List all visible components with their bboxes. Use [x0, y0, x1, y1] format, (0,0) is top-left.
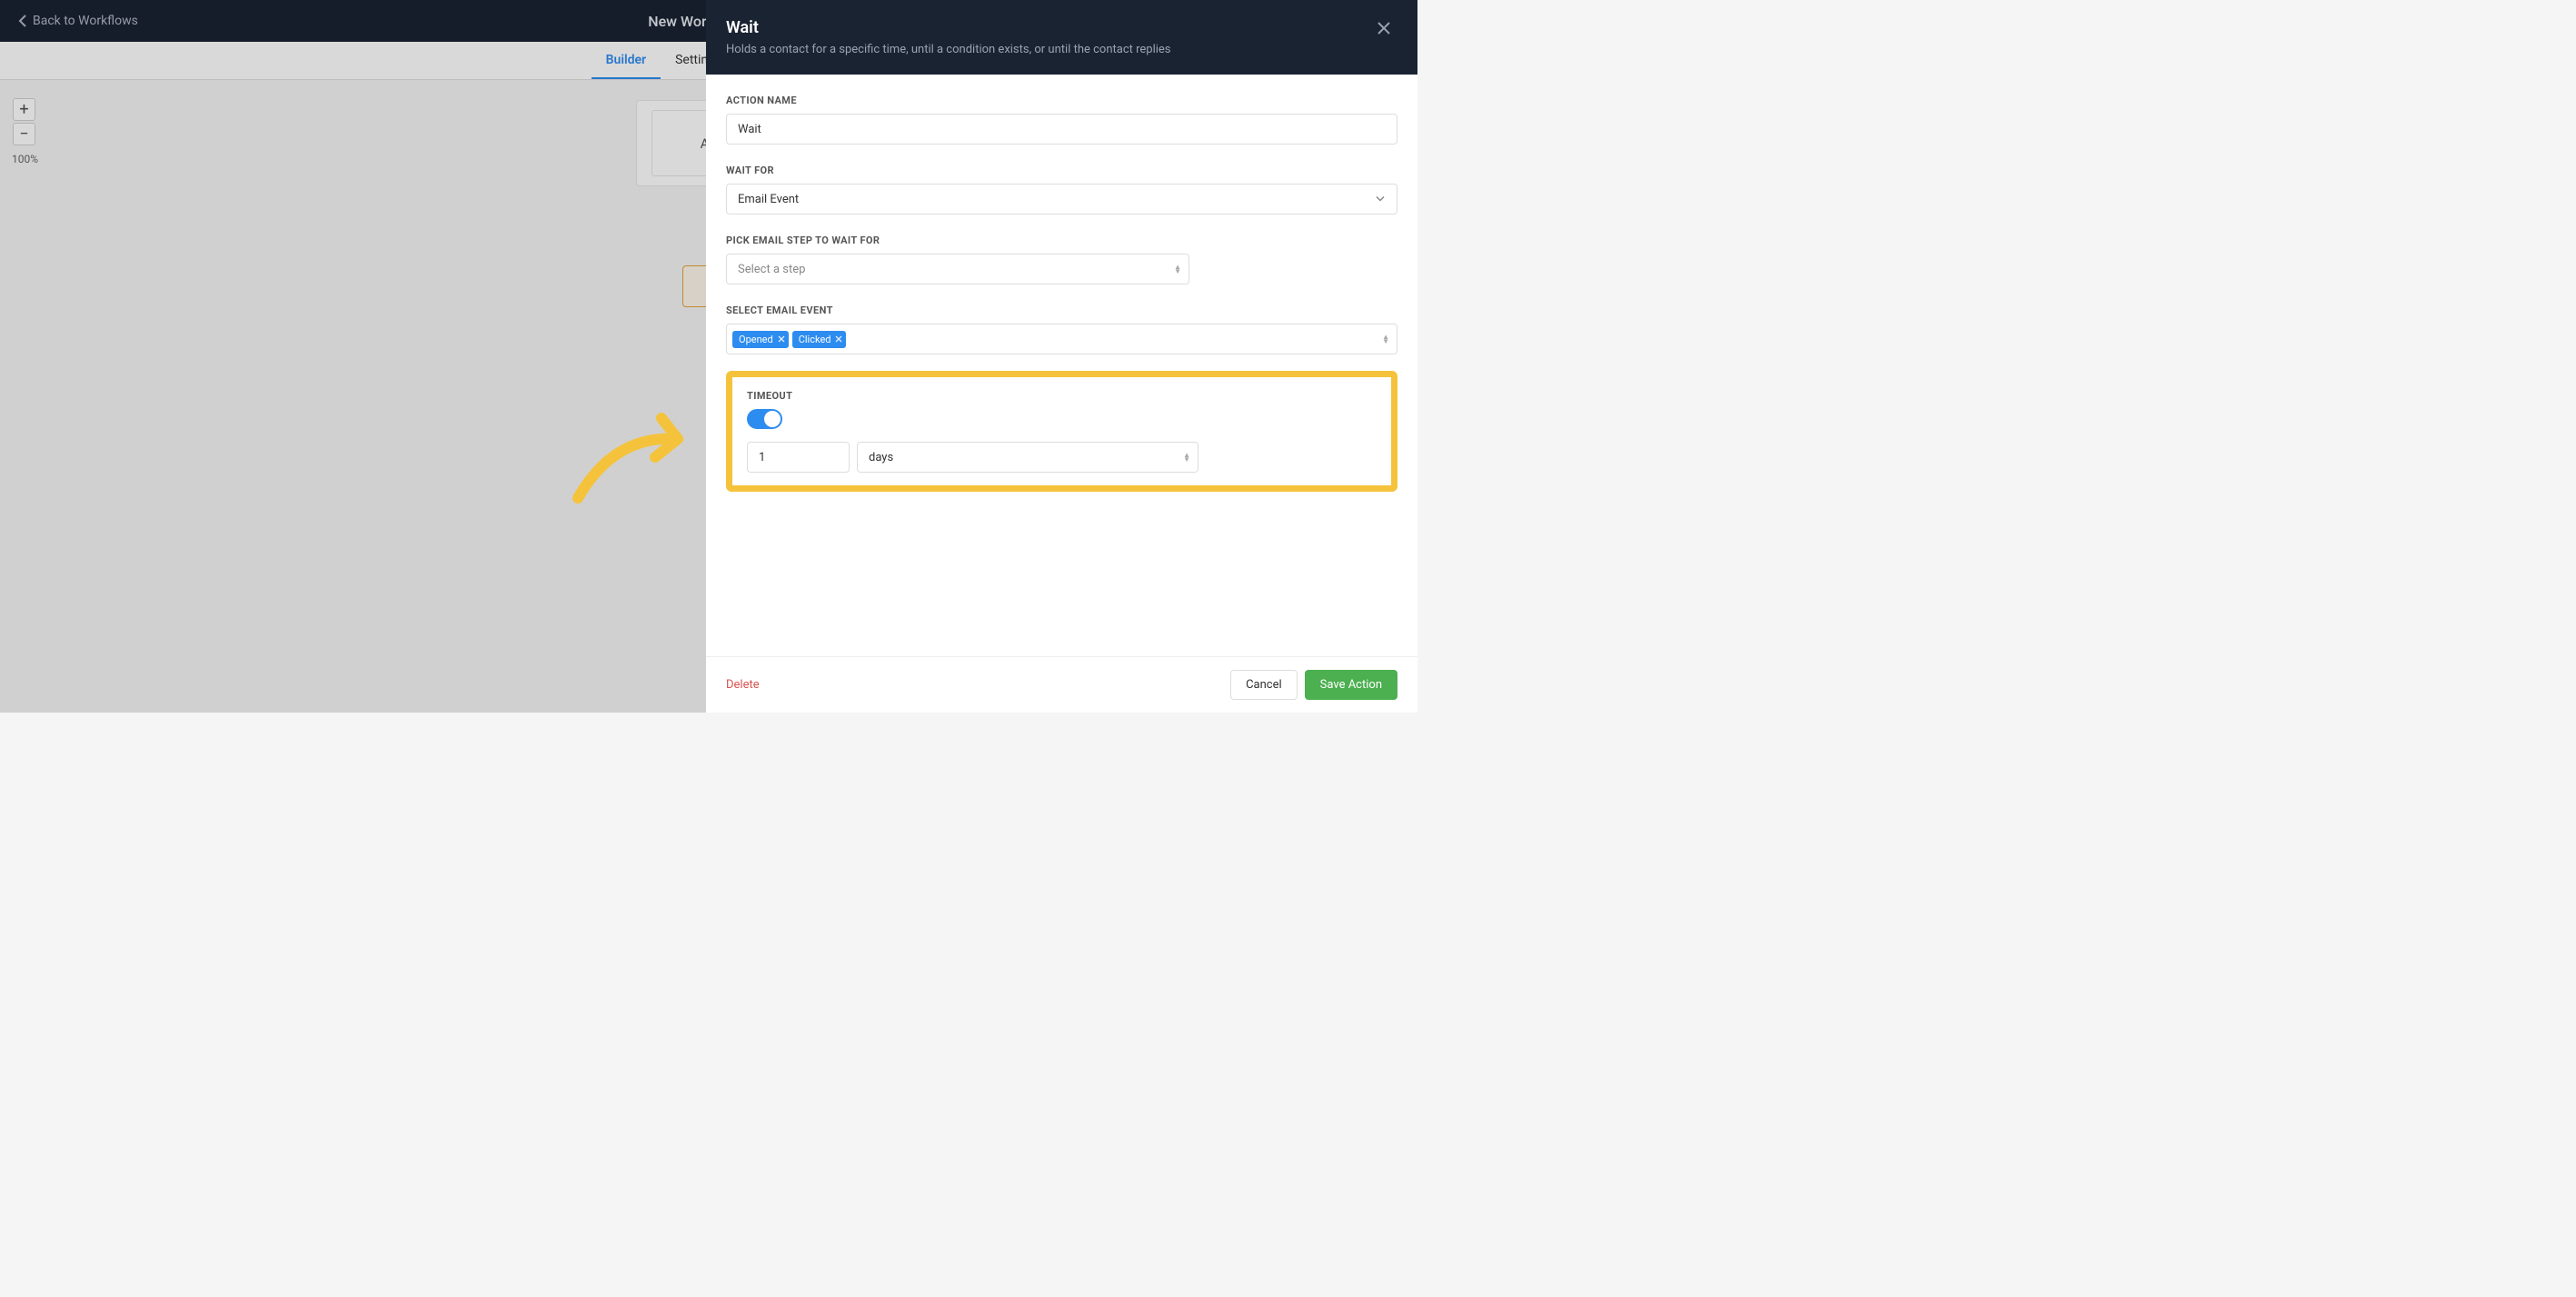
- tag-opened-remove[interactable]: [778, 335, 785, 343]
- timeout-value-input[interactable]: [747, 442, 850, 473]
- pick-step-placeholder: Select a step: [738, 263, 805, 276]
- timeout-unit-value: days: [869, 451, 893, 464]
- tag-opened: Opened: [732, 331, 789, 348]
- save-action-button[interactable]: Save Action: [1305, 670, 1397, 700]
- chevron-down-icon: [1375, 193, 1386, 206]
- wait-for-select[interactable]: Email Event: [726, 184, 1397, 215]
- timeout-unit-select[interactable]: days ▲▼: [857, 442, 1198, 473]
- toggle-knob: [764, 411, 781, 427]
- cancel-button[interactable]: Cancel: [1230, 670, 1298, 700]
- wait-for-label: WAIT FOR: [726, 165, 1397, 176]
- panel-title: Wait: [726, 18, 1171, 37]
- timeout-toggle[interactable]: [747, 409, 782, 429]
- pick-step-label: PICK EMAIL STEP TO WAIT FOR: [726, 234, 1397, 246]
- close-icon: [1376, 20, 1392, 36]
- stepper-icon: ▲▼: [1174, 264, 1181, 274]
- close-button[interactable]: [1374, 18, 1394, 42]
- delete-button[interactable]: Delete: [726, 678, 760, 692]
- wait-for-value: Email Event: [738, 193, 799, 206]
- panel-description: Holds a contact for a specific time, unt…: [726, 43, 1171, 56]
- select-event-label: SELECT EMAIL EVENT: [726, 304, 1397, 316]
- email-event-select[interactable]: Opened Clicked ▲▼: [726, 324, 1397, 354]
- timeout-label: TIMEOUT: [747, 390, 1377, 402]
- tag-clicked: Clicked: [792, 331, 847, 348]
- action-name-label: ACTION NAME: [726, 95, 1397, 106]
- wait-action-panel: Wait Holds a contact for a specific time…: [706, 0, 1417, 713]
- stepper-icon: ▲▼: [1183, 453, 1190, 462]
- stepper-icon: ▲▼: [1382, 334, 1389, 344]
- pick-step-select[interactable]: Select a step ▲▼: [726, 254, 1189, 284]
- timeout-highlight: TIMEOUT days ▲▼: [726, 371, 1397, 492]
- action-name-input[interactable]: [726, 114, 1397, 145]
- tag-clicked-remove[interactable]: [835, 335, 842, 343]
